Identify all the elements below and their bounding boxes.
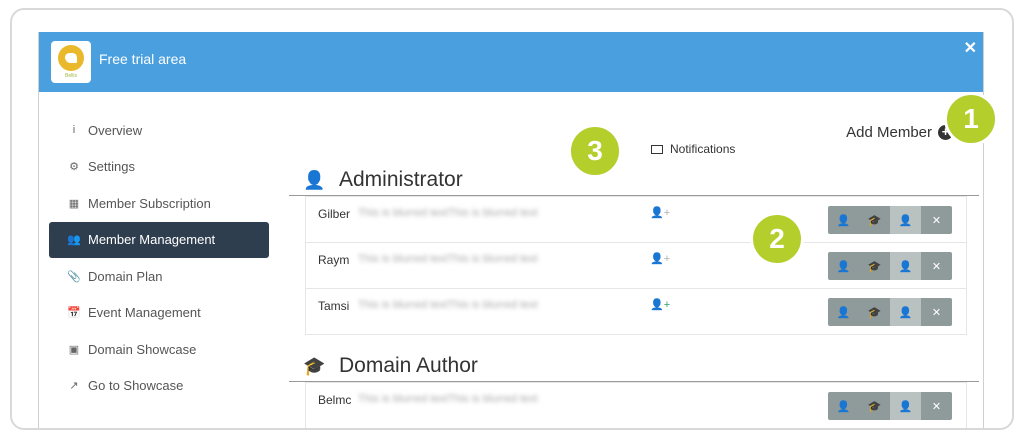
blurred-details: This is blurred textThis is blurred text xyxy=(358,253,538,265)
callout-badge-1: 1 xyxy=(944,92,998,146)
logo-text: Bellis xyxy=(65,73,77,79)
notify-user-plus-icon[interactable]: 👤+ xyxy=(650,252,670,265)
app-logo: Bellis xyxy=(51,41,91,83)
info-icon: i xyxy=(72,124,76,137)
remove-member-button[interactable]: ✕ xyxy=(921,206,952,234)
member-row: Raym This is blurred textThis is blurred … xyxy=(306,242,966,288)
author-role-button[interactable]: 🎓 xyxy=(859,252,890,280)
blurred-details: This is blurred textThis is blurred text xyxy=(358,299,538,311)
member-actions: 👤 🎓 👤 ✕ xyxy=(828,252,952,280)
domain-author-list: Belmc This is blurred textThis is blurred… xyxy=(305,382,967,428)
calendar-icon: 📅 xyxy=(67,307,81,320)
blurred-details: This is blurred textThis is blurred text xyxy=(358,207,538,219)
user-role-button[interactable]: 👤 xyxy=(828,392,859,420)
author-role-button[interactable]: 🎓 xyxy=(859,206,890,234)
section-administrator: 👤 Administrator xyxy=(289,168,979,196)
callout-badge-2: 2 xyxy=(750,212,804,266)
sidebar-item-label: Member Subscription xyxy=(88,195,211,211)
remove-member-button[interactable]: ✕ xyxy=(921,298,952,326)
section-title: Domain Author xyxy=(339,354,478,377)
sidebar-item-overview[interactable]: i Overview xyxy=(49,112,269,149)
sidebar-item-member-management[interactable]: 👥 Member Management xyxy=(49,221,269,258)
qr-icon: ▦ xyxy=(68,197,80,210)
add-member-button[interactable]: Add Member + xyxy=(846,124,953,141)
external-link-icon: ↗ xyxy=(69,380,79,393)
member-row: Tamsi This is blurred textThis is blurred… xyxy=(306,288,966,334)
member-actions: 👤 🎓 👤 ✕ xyxy=(828,392,952,420)
screenshot-frame: Bellis Free trial area ✕ i Overview ⚙ Setti… xyxy=(10,8,1014,430)
sidebar-item-event-management[interactable]: 📅 Event Management xyxy=(49,295,269,332)
notify-user-plus-icon[interactable]: 👤+ xyxy=(650,298,670,311)
sidebar-item-label: Event Management xyxy=(88,305,201,321)
sidebar-item-label: Go to Showcase xyxy=(88,378,184,394)
section-title: Administrator xyxy=(339,168,463,191)
member-name: Belmc xyxy=(318,393,352,407)
sidebar-item-domain-showcase[interactable]: ▣ Domain Showcase xyxy=(49,331,269,368)
section-domain-author: 🎓 Domain Author xyxy=(289,354,979,382)
remove-member-button[interactable]: ✕ xyxy=(921,252,952,280)
user-role-button[interactable]: 👤 xyxy=(828,206,859,234)
add-member-label: Add Member xyxy=(846,124,932,141)
member-name: Gilber xyxy=(318,207,351,221)
member-name: Tamsi xyxy=(318,299,350,313)
title-bar: Bellis Free trial area ✕ xyxy=(39,32,983,92)
user-shield-icon: 👤 xyxy=(303,170,326,190)
admin-role-button[interactable]: 👤 xyxy=(890,298,921,326)
sidebar-item-member-subscription[interactable]: ▦ Member Subscription xyxy=(49,185,269,222)
blurred-details: This is blurred textThis is blurred text xyxy=(358,393,538,405)
user-role-button[interactable]: 👤 xyxy=(828,298,859,326)
envelope-icon xyxy=(651,144,663,154)
member-row: Gilber This is blurred textThis is blurre… xyxy=(306,196,966,242)
remove-member-button[interactable]: ✕ xyxy=(921,392,952,420)
sidebar-item-label: Settings xyxy=(88,159,135,175)
notifications-header: Notifications xyxy=(651,142,735,156)
paperclip-icon: 📎 xyxy=(67,270,81,283)
gear-icon: ⚙ xyxy=(69,161,79,174)
modal-window: Bellis Free trial area ✕ i Overview ⚙ Setti… xyxy=(38,32,984,428)
member-row: Belmc This is blurred textThis is blurred… xyxy=(306,382,966,428)
sidebar-item-label: Domain Showcase xyxy=(88,341,197,357)
administrator-list: Gilber This is blurred textThis is blurre… xyxy=(305,196,967,335)
close-icon[interactable]: ✕ xyxy=(964,38,977,58)
users-icon: 👥 xyxy=(67,234,81,247)
sidebar-item-label: Member Management xyxy=(88,232,216,248)
sidebar-item-settings[interactable]: ⚙ Settings xyxy=(49,149,269,186)
member-actions: 👤 🎓 👤 ✕ xyxy=(828,206,952,234)
author-role-button[interactable]: 🎓 xyxy=(859,392,890,420)
sidebar-item-go-to-showcase[interactable]: ↗ Go to Showcase xyxy=(49,368,269,405)
sidebar-item-label: Overview xyxy=(88,122,143,138)
graduate-icon: 🎓 xyxy=(303,356,326,376)
admin-role-button[interactable]: 👤 xyxy=(890,206,921,234)
callout-badge-3: 3 xyxy=(568,124,622,178)
notify-user-plus-icon[interactable]: 👤+ xyxy=(650,206,670,219)
admin-role-button[interactable]: 👤 xyxy=(890,252,921,280)
logo-bird-icon xyxy=(58,45,84,71)
member-actions: 👤 🎓 👤 ✕ xyxy=(828,298,952,326)
id-card-icon: ▣ xyxy=(68,343,80,356)
member-name: Raym xyxy=(318,253,350,267)
sidebar-item-domain-plan[interactable]: 📎 Domain Plan xyxy=(49,258,269,295)
main-panel: Add Member + Notifications 👤 Administrat… xyxy=(289,92,979,428)
user-role-button[interactable]: 👤 xyxy=(828,252,859,280)
notifications-label: Notifications xyxy=(670,142,736,156)
author-role-button[interactable]: 🎓 xyxy=(859,298,890,326)
admin-role-button[interactable]: 👤 xyxy=(890,392,921,420)
window-title: Free trial area xyxy=(99,51,187,67)
sidebar: i Overview ⚙ Settings ▦ Member Subscription 👥 M… xyxy=(49,112,269,404)
sidebar-item-label: Domain Plan xyxy=(88,268,163,284)
